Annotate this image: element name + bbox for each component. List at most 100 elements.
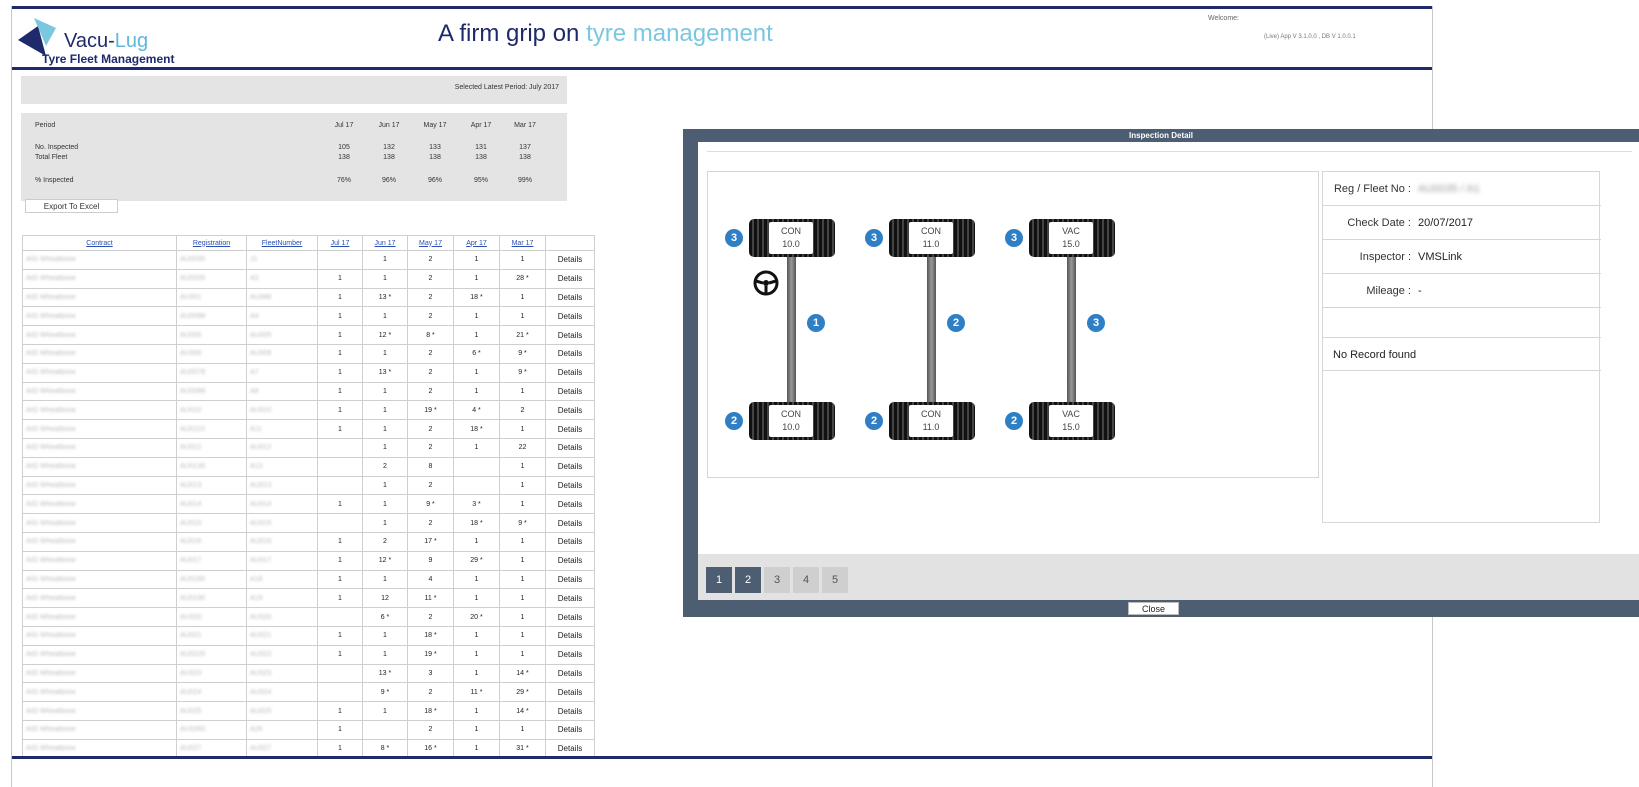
table-cell: 20 * — [453, 607, 500, 627]
table-cell: AU0035 — [176, 250, 247, 270]
column-header-6[interactable]: Apr 17 — [453, 235, 500, 251]
tyre-1-top[interactable]: CON 10.0 — [749, 219, 835, 257]
table-cell: 18 * — [407, 625, 454, 646]
details-button[interactable]: Details — [545, 306, 595, 327]
table-cell: 2 — [407, 362, 454, 383]
tyre-type: CON — [921, 409, 941, 419]
table-cell: AU017 — [176, 550, 247, 571]
page-4-button[interactable]: 4 — [793, 567, 819, 593]
table-cell: AIG Wheatbone — [22, 494, 177, 515]
details-button[interactable]: Details — [545, 325, 595, 345]
details-button[interactable]: Details — [545, 419, 595, 439]
tyre-2-top[interactable]: CON 11.0 — [889, 219, 975, 257]
column-header-1[interactable]: Registration — [176, 235, 247, 251]
table-cell — [317, 437, 363, 458]
column-header-3[interactable]: Jul 17 — [317, 235, 363, 251]
table-row: AIG Wheatbone AU005 AU005 1 12 * 8 * 1 21 * Deta… — [22, 325, 595, 345]
table-cell: 21 * — [499, 325, 546, 345]
details-button[interactable]: Details — [545, 569, 595, 590]
table-cell: 1 — [317, 625, 363, 646]
tyre-value: 10.0 — [782, 422, 800, 432]
table-cell: 28 * — [499, 268, 546, 289]
table-row: AIG Wheatbone AU023 AU023 13 * 3 1 14 * Details — [22, 663, 595, 684]
details-button[interactable]: Details — [545, 268, 595, 289]
table-cell: 3 — [407, 663, 454, 684]
details-button[interactable]: Details — [545, 531, 595, 552]
details-button[interactable]: Details — [545, 644, 595, 665]
table-cell: 1 — [453, 268, 500, 289]
axle-1 — [787, 256, 796, 420]
table-cell: 1 — [453, 701, 500, 721]
version-text: (Live) App V 3.1.0.0 , DB V 1.0.0.1 — [1264, 34, 1356, 40]
details-button[interactable]: Details — [545, 287, 595, 308]
table-cell: 3 * — [453, 494, 500, 515]
table-row: AIG Wheatbone AU010 AU010 1 1 19 * 4 * 2 Details — [22, 400, 595, 421]
table-cell: 1 — [362, 475, 408, 496]
tyre-2-bottom[interactable]: CON 11.0 — [889, 402, 975, 440]
details-button[interactable]: Details — [545, 607, 595, 627]
table-cell: 1 — [317, 419, 363, 439]
details-button[interactable]: Details — [545, 588, 595, 609]
details-button[interactable]: Details — [545, 625, 595, 646]
table-cell: 1 — [499, 644, 546, 665]
table-cell: 8 * — [407, 325, 454, 345]
table-row: AIG Wheatbone AU0078 A7 1 13 * 2 1 9 * Details — [22, 362, 595, 383]
tyre-3-bottom[interactable]: VAC 15.0 — [1029, 402, 1115, 440]
details-button[interactable]: Details — [545, 250, 595, 270]
details-button[interactable]: Details — [545, 701, 595, 721]
table-cell: AU013 — [176, 475, 247, 496]
details-button[interactable]: Details — [545, 362, 595, 383]
table-cell: 13 * — [362, 362, 408, 383]
table-cell: AU021 — [176, 625, 247, 646]
table-cell: 1 — [317, 531, 363, 552]
details-button[interactable]: Details — [545, 400, 595, 421]
details-button[interactable]: Details — [545, 550, 595, 571]
column-header-5[interactable]: May 17 — [407, 235, 454, 251]
page-3-button[interactable]: 3 — [764, 567, 790, 593]
column-header-4[interactable]: Jun 17 — [362, 235, 408, 251]
table-cell: 1 — [317, 569, 363, 590]
export-excel-button[interactable]: Export To Excel — [25, 199, 118, 213]
details-button[interactable]: Details — [545, 494, 595, 515]
table-cell: 1 — [317, 268, 363, 289]
details-button[interactable]: Details — [545, 343, 595, 364]
column-header-0[interactable]: Contract — [22, 235, 177, 251]
details-button[interactable]: Details — [545, 663, 595, 684]
no-record-message: No Record found — [1323, 337, 1601, 371]
table-cell: A26 — [246, 719, 318, 740]
tyre-3-top[interactable]: VAC 15.0 — [1029, 219, 1115, 257]
table-cell: AU0180 — [176, 569, 247, 590]
details-button[interactable]: Details — [545, 437, 595, 458]
details-button[interactable]: Details — [545, 682, 595, 703]
table-row: AIG Wheatbone AU0110 A11 1 1 2 18 * 1 Details — [22, 419, 595, 439]
tyre-1-bottom[interactable]: CON 10.0 — [749, 402, 835, 440]
table-cell: AU0098 — [176, 306, 247, 327]
details-button[interactable]: Details — [545, 513, 595, 533]
details-button[interactable]: Details — [545, 381, 595, 402]
details-button[interactable]: Details — [545, 719, 595, 740]
table-cell — [317, 682, 363, 703]
tyre-value: 15.0 — [1062, 422, 1080, 432]
table-cell: 1 — [317, 550, 363, 571]
table-cell: 2 — [407, 682, 454, 703]
close-button[interactable]: Close — [1128, 602, 1179, 615]
table-cell: 1 — [362, 400, 408, 421]
column-header-7[interactable]: Mar 17 — [499, 235, 546, 251]
table-row: AIG Wheatbone AU015 AU015 1 2 18 * 9 * Details — [22, 513, 595, 533]
details-button[interactable]: Details — [545, 475, 595, 496]
table-cell: 1 — [362, 494, 408, 515]
details-button[interactable]: Details — [545, 456, 595, 477]
axle-number-badge: 3 — [1087, 314, 1105, 332]
table-cell: AU014 — [246, 494, 318, 515]
table-cell: AU014 — [176, 494, 247, 515]
column-header-2[interactable]: FleetNumber — [246, 235, 318, 251]
table-cell: 2 — [407, 607, 454, 627]
page-2-button[interactable]: 2 — [735, 567, 761, 593]
period-banner: Selected Latest Period: July 2017 — [21, 76, 567, 104]
page-1-button[interactable]: 1 — [706, 567, 732, 593]
table-cell: 9 * — [499, 513, 546, 533]
table-cell: 1 — [499, 569, 546, 590]
table-cell: AIG Wheatbone — [22, 325, 177, 345]
table-cell: 1 — [453, 381, 500, 402]
page-5-button[interactable]: 5 — [822, 567, 848, 593]
